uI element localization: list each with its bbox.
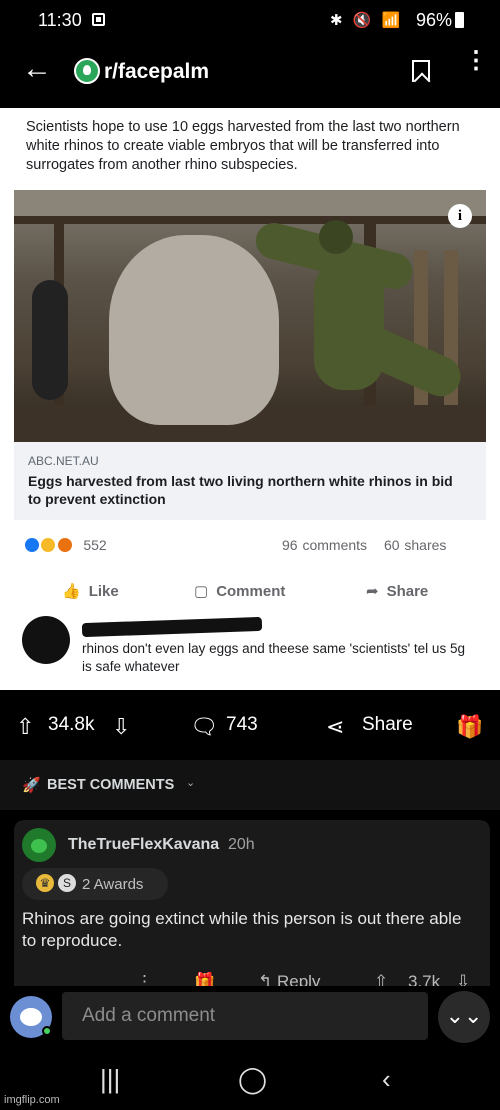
- share-button[interactable]: ⋖: [326, 714, 344, 740]
- redacted-name: [81, 616, 263, 638]
- battery-icon: [455, 12, 464, 28]
- share-icon: ⋖: [326, 714, 345, 739]
- comment-more-icon[interactable]: ⋮: [136, 972, 153, 986]
- upvote-icon: ⇧: [16, 714, 35, 739]
- comments-button[interactable]: 🗨: [190, 714, 218, 740]
- redacted-avatar: [22, 616, 70, 664]
- fb-comment-row: rhinos don't even lay eggs and theese sa…: [22, 616, 482, 682]
- gift-icon: 🎁: [456, 714, 484, 739]
- reaction-count: 552: [83, 536, 107, 553]
- back-arrow-icon[interactable]: ←: [22, 54, 52, 84]
- comment-sort[interactable]: 🚀 BEST COMMENTS ⌄: [0, 760, 500, 810]
- upvote-button[interactable]: ⇧: [16, 714, 34, 740]
- angry-reaction-icon: [56, 536, 73, 553]
- fb-comments-count: 96 comments: [282, 537, 368, 553]
- fb-like-label: Like: [88, 583, 119, 600]
- subreddit-name[interactable]: r/facepalm: [104, 60, 209, 84]
- comment-body: Rhinos are going extinct while this pers…: [22, 909, 462, 950]
- info-icon: i: [448, 204, 472, 228]
- share-label[interactable]: Share: [362, 714, 413, 736]
- link-domain: ABC.NET.AU: [28, 454, 99, 468]
- comment-time: 20h: [228, 836, 255, 853]
- battery-percent: 96%: [416, 10, 453, 30]
- fb-like: 👍 Like: [62, 582, 119, 600]
- recents-icon[interactable]: |||: [100, 1064, 120, 1095]
- subreddit-avatar[interactable]: [74, 58, 100, 84]
- comment-bubble-icon: ▢: [194, 583, 209, 600]
- status-icons: ✱ 🔇 📶: [330, 12, 404, 29]
- rhino-photo: i: [14, 190, 486, 442]
- thumbs-up-icon: 👍: [62, 583, 81, 600]
- downvote-icon: ⇩: [112, 714, 131, 739]
- home-icon[interactable]: ◯: [238, 1064, 267, 1095]
- status-time: 11:30: [38, 10, 82, 30]
- fb-comment: ▢ Comment: [194, 582, 285, 600]
- fb-share: ➦ Share: [366, 582, 428, 600]
- fb-counts: 96 comments 60 shares: [282, 537, 446, 553]
- more-options-icon[interactable]: ⋮: [464, 49, 488, 73]
- post-image[interactable]: Scientists hope to use 10 eggs harvested…: [0, 108, 500, 690]
- sort-label[interactable]: BEST COMMENTS: [47, 777, 174, 793]
- status-bar: 11:30 ✱ 🔇 📶 96%: [0, 0, 500, 44]
- fb-shares-count: 60 shares: [383, 537, 447, 553]
- post-action-bar: ⇧ 34.8k ⇩ 🗨 743 ⋖ Share 🎁: [0, 690, 500, 760]
- comment-icon: 🗨: [190, 714, 218, 739]
- like-reaction-icon: [24, 536, 40, 553]
- reply-label: Reply: [276, 972, 321, 986]
- awards-label: 2 Awards: [82, 876, 144, 893]
- user-avatar[interactable]: [22, 828, 56, 862]
- award-silver-icon: S: [58, 874, 76, 892]
- android-nav-bar: ||| ◯ ‹: [0, 1050, 500, 1110]
- link-preview: ABC.NET.AU Eggs harvested from last two …: [14, 442, 486, 520]
- fb-comment-label: Comment: [216, 583, 286, 600]
- comment-card: TheTrueFlexKavana 20h ♛ S 2 Awards Rhino…: [14, 820, 490, 986]
- comment-downvote-icon[interactable]: ⇩: [456, 972, 470, 986]
- double-chevron-down-icon: ⌄⌄: [445, 1003, 483, 1028]
- collapse-threads-button[interactable]: ⌄⌄: [438, 991, 490, 1043]
- fb-actions: 👍 Like ▢ Comment ➦ Share: [0, 578, 500, 608]
- rocket-icon: 🚀: [22, 777, 41, 794]
- comment-count: 743: [226, 714, 258, 735]
- chevron-down-icon[interactable]: ⌄: [186, 776, 195, 789]
- post-caption: Scientists hope to use 10 eggs harvested…: [26, 119, 460, 173]
- online-indicator: [42, 1026, 52, 1036]
- fb-share-label: Share: [386, 583, 429, 600]
- app-header: ← r/facepalm ⋮: [0, 44, 500, 104]
- back-icon[interactable]: ‹: [382, 1064, 391, 1095]
- link-title: Eggs harvested from last two living nort…: [28, 473, 453, 507]
- comment-upvote-icon[interactable]: ⇧: [374, 972, 388, 986]
- reply-button[interactable]: ↰ Reply: [258, 972, 320, 986]
- reactions: 552: [24, 536, 107, 556]
- share-arrow-icon: ➦: [366, 583, 379, 600]
- my-avatar[interactable]: [10, 996, 52, 1038]
- award-crown-icon: ♛: [36, 874, 54, 892]
- bookmark-icon[interactable]: [412, 60, 430, 82]
- comment-username[interactable]: TheTrueFlexKavana: [68, 836, 219, 854]
- comment-vote-count: 3.7k: [408, 972, 441, 986]
- award-button[interactable]: 🎁: [456, 714, 483, 740]
- downvote-button[interactable]: ⇩: [112, 714, 130, 740]
- vote-count: 34.8k: [48, 714, 95, 735]
- comment-awards[interactable]: ♛ S 2 Awards: [22, 868, 168, 900]
- add-comment-input[interactable]: [62, 992, 428, 1040]
- sad-reaction-icon: [40, 536, 57, 553]
- compose-bar: ⌄⌄: [0, 986, 500, 1050]
- comment-actions: ⋮ 🎁 ↰ Reply ⇧ 3.7k ⇩: [14, 972, 490, 986]
- notification-icon: [92, 13, 105, 26]
- fb-comment-text: rhinos don't even lay eggs and theese sa…: [82, 641, 465, 674]
- watermark: imgflip.com: [4, 1094, 60, 1106]
- comment-award-icon[interactable]: 🎁: [194, 972, 215, 986]
- rhino: [109, 235, 279, 425]
